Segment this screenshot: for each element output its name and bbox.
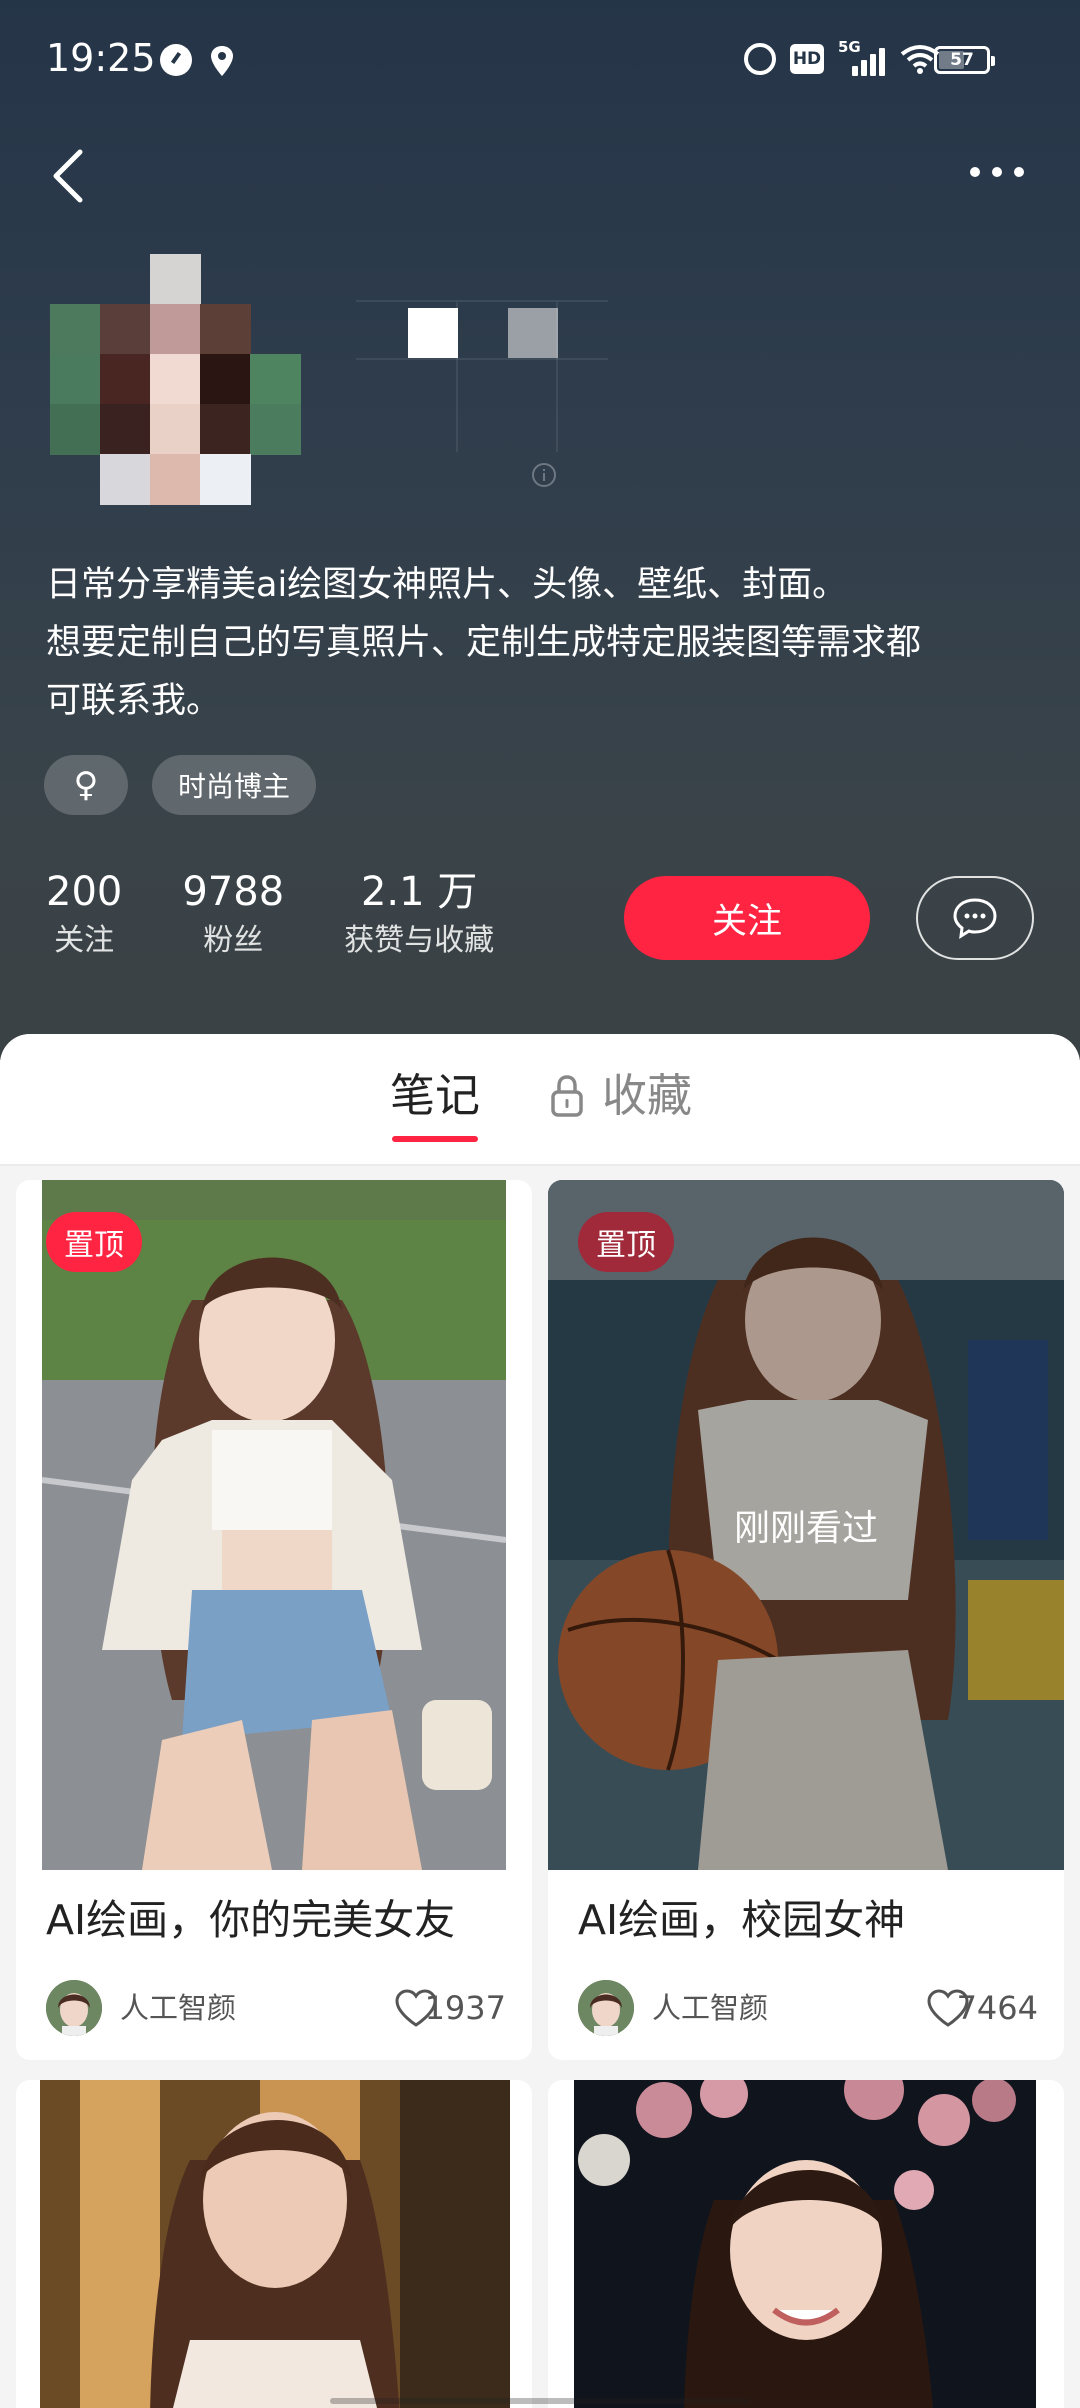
stat-label: 获赞与收藏 bbox=[344, 923, 495, 958]
recently-viewed-overlay: 刚刚看过 bbox=[548, 1180, 1064, 1870]
note-card[interactable] bbox=[16, 2080, 532, 2408]
category-tag: 时尚博主 bbox=[152, 755, 317, 815]
battery-indicator: 57 bbox=[934, 46, 995, 74]
chat-bubble-icon bbox=[953, 898, 997, 939]
follow-button[interactable]: 关注 bbox=[624, 876, 870, 960]
location-icon bbox=[211, 46, 233, 76]
back-arrow-icon[interactable] bbox=[48, 146, 92, 206]
stat-value: 9788 bbox=[182, 869, 285, 915]
author-name[interactable]: 人工智颜 bbox=[652, 1986, 768, 2030]
profile-bio: 日常分享精美ai绘图女神照片、头像、壁纸、封面。 想要定制自己的写真照片、定制生… bbox=[46, 556, 1046, 730]
more-options-icon[interactable] bbox=[970, 160, 1030, 184]
alarm-icon bbox=[744, 43, 776, 75]
note-cover-image[interactable] bbox=[574, 2080, 1036, 2408]
note-title: AI绘画，你的完美女友 bbox=[46, 1896, 456, 1944]
note-card[interactable]: 刚刚看过 置顶 AI绘画，校园女神 人工智颜 7464 bbox=[548, 1180, 1064, 2060]
author-avatar[interactable] bbox=[578, 1980, 634, 2036]
status-bar: 19:25 HD 5G 57 bbox=[0, 0, 1080, 120]
profile-header: 19:25 HD 5G 57 日常分享精美ai绘图女神照片、头像、壁纸、封面。 … bbox=[0, 0, 1080, 1060]
bio-line: 可联系我。 bbox=[46, 681, 222, 721]
tab-notes[interactable]: 笔记 bbox=[390, 1066, 480, 1126]
info-icon[interactable] bbox=[490, 460, 570, 490]
tab-bar: 笔记 收藏 bbox=[0, 1034, 1080, 1166]
message-button[interactable] bbox=[916, 876, 1034, 960]
pinned-badge: 置顶 bbox=[46, 1212, 142, 1272]
status-time: 19:25 bbox=[46, 36, 156, 80]
note-cover-image[interactable]: 刚刚看过 bbox=[548, 1180, 1064, 1870]
profile-tags: ♀ 时尚博主 bbox=[44, 755, 317, 815]
recently-viewed-label: 刚刚看过 bbox=[733, 1508, 878, 1549]
gender-tag: ♀ bbox=[44, 755, 128, 815]
bio-line: 日常分享精美ai绘图女神照片、头像、壁纸、封面。 bbox=[46, 565, 848, 605]
note-card[interactable]: 置顶 AI绘画，你的完美女友 人工智颜 1937 bbox=[16, 1180, 532, 2060]
pinned-badge: 置顶 bbox=[578, 1212, 674, 1272]
stat-following[interactable]: 200 关注 bbox=[46, 868, 122, 966]
stat-label: 粉丝 bbox=[203, 923, 264, 958]
stat-value: 200 bbox=[46, 869, 123, 915]
home-indicator[interactable] bbox=[330, 2398, 750, 2404]
author-name[interactable]: 人工智颜 bbox=[120, 1986, 236, 2030]
network-label: 5G bbox=[838, 38, 861, 56]
note-title: AI绘画，校园女神 bbox=[578, 1896, 906, 1944]
active-tab-indicator bbox=[392, 1136, 478, 1142]
note-card[interactable] bbox=[548, 2080, 1064, 2408]
stat-followers[interactable]: 9788 粉丝 bbox=[182, 868, 284, 966]
profile-stats: 200 关注 9788 粉丝 2.1 万 获赞与收藏 bbox=[46, 868, 554, 966]
tab-collections-label: 收藏 bbox=[602, 1069, 693, 1122]
stat-label: 关注 bbox=[54, 923, 115, 958]
speedometer-icon bbox=[160, 44, 192, 76]
bio-line: 想要定制自己的写真照片、定制生成特定服装图等需求都 bbox=[46, 623, 922, 663]
lock-icon bbox=[551, 1075, 583, 1117]
content-panel: 笔记 收藏 置顶 AI绘画，你的完美女友 人工智颜 1937 刚刚看过 置顶 A… bbox=[0, 1034, 1080, 2408]
stat-value: 2.1 万 bbox=[360, 869, 478, 915]
stat-likes-collections[interactable]: 2.1 万 获赞与收藏 bbox=[344, 868, 494, 966]
like-count: 7464 bbox=[956, 1989, 1038, 2027]
signal-icon: 5G bbox=[838, 38, 886, 76]
hd-icon: HD bbox=[790, 44, 824, 74]
like-count: 1937 bbox=[424, 1989, 506, 2027]
tab-collections[interactable]: 收藏 bbox=[550, 1066, 692, 1126]
note-cover-image[interactable] bbox=[42, 1180, 506, 1870]
username-mosaic bbox=[356, 300, 608, 460]
avatar[interactable] bbox=[50, 254, 306, 510]
author-avatar[interactable] bbox=[46, 1980, 102, 2036]
note-cover-image[interactable] bbox=[40, 2080, 510, 2408]
